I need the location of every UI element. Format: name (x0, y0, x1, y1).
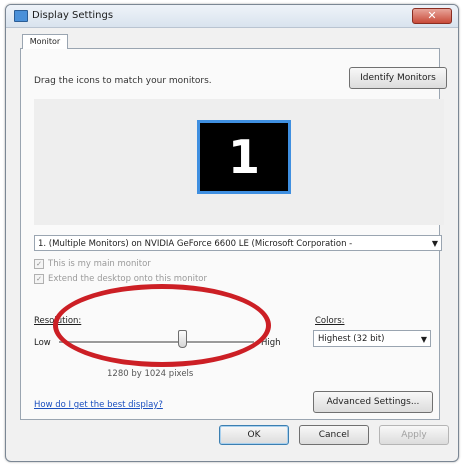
highlight-ellipse-annotation (53, 284, 271, 367)
display-select[interactable]: 1. (Multiple Monitors) on NVIDIA GeForce… (34, 235, 442, 251)
drag-instruction: Drag the icons to match your monitors. (34, 76, 212, 86)
ok-button[interactable]: OK (219, 425, 289, 445)
extend-desktop-label: Extend the desktop onto this monitor (48, 274, 207, 284)
window-title: Display Settings (32, 10, 114, 21)
main-monitor-checkbox-row[interactable]: ✓ This is my main monitor (34, 259, 151, 269)
display-settings-app-icon (14, 10, 28, 22)
resolution-value: 1280 by 1024 pixels (107, 369, 194, 379)
apply-button[interactable]: Apply (379, 425, 449, 445)
title-bar: Display Settings ✕ (6, 5, 458, 28)
advanced-settings-button[interactable]: Advanced Settings... (313, 391, 433, 413)
extend-desktop-checkbox-row[interactable]: ✓ Extend the desktop onto this monitor (34, 274, 207, 284)
monitor-tab-panel: Drag the icons to match your monitors. I… (20, 48, 447, 420)
cancel-button[interactable]: Cancel (299, 425, 369, 445)
display-select-value: 1. (Multiple Monitors) on NVIDIA GeForce… (38, 239, 353, 249)
main-monitor-checkbox[interactable]: ✓ (34, 259, 44, 269)
tab-monitor[interactable]: Monitor (22, 34, 68, 49)
monitor-arrangement-area: 1 (34, 99, 444, 225)
extend-desktop-checkbox[interactable]: ✓ (34, 274, 44, 284)
main-monitor-label: This is my main monitor (48, 259, 151, 269)
monitor-1-icon[interactable]: 1 (197, 120, 291, 194)
chevron-down-icon: ▼ (431, 239, 438, 248)
identify-monitors-button[interactable]: Identify Monitors (349, 67, 447, 89)
colors-select-value: Highest (32 bit) (318, 334, 385, 344)
colors-label: Colors: (315, 316, 345, 326)
close-icon: ✕ (427, 9, 437, 22)
colors-select[interactable]: Highest (32 bit) ▼ (313, 330, 431, 347)
best-display-help-link[interactable]: How do I get the best display? (34, 400, 163, 410)
resolution-low-label: Low (34, 338, 51, 348)
close-button[interactable]: ✕ (412, 8, 452, 24)
chevron-down-icon: ▼ (420, 335, 427, 344)
